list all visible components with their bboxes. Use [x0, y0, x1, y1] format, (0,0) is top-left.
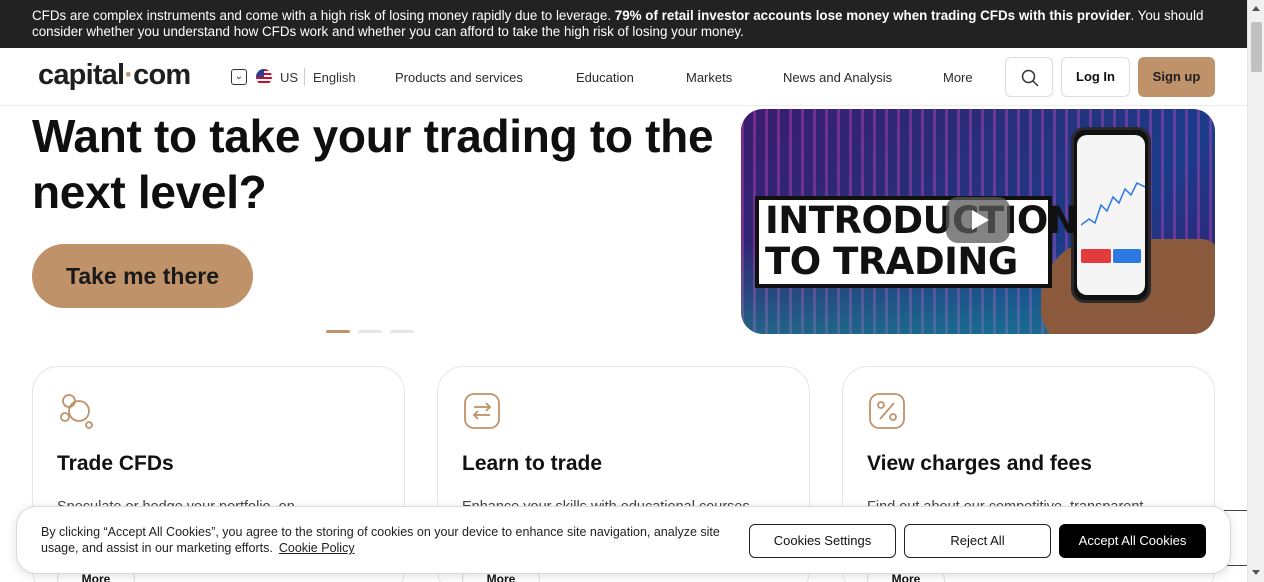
arrows-exchange-icon	[464, 393, 500, 429]
capital-com-logo[interactable]: capital·com	[38, 59, 191, 92]
logo-text-right: com	[133, 59, 191, 91]
phone-sell-bar	[1081, 249, 1111, 263]
scroll-up-arrow-icon[interactable]	[1252, 6, 1260, 11]
circles-icon	[60, 394, 93, 429]
risk-warning-text: CFDs are complex instruments and come wi…	[32, 8, 612, 23]
site-header: capital·com ⌄ US English Products and se…	[0, 48, 1247, 106]
cookie-policy-link[interactable]: Cookie Policy	[279, 541, 355, 555]
risk-warning-bold-text: 79% of retail investor accounts lose mon…	[614, 8, 1131, 23]
carousel-dot-3[interactable]	[390, 330, 414, 333]
nav-news-and-analysis[interactable]: News and Analysis	[783, 70, 892, 85]
carousel-dot-1[interactable]	[326, 330, 350, 333]
card-title: Trade CFDs	[57, 452, 174, 475]
phone-buy-bar	[1113, 249, 1141, 263]
percent-icon	[869, 393, 905, 429]
page-scrollbar[interactable]	[1247, 0, 1264, 582]
us-flag-icon[interactable]	[256, 69, 272, 85]
nav-more[interactable]: More	[943, 70, 973, 85]
accept-all-cookies-button[interactable]: Accept All Cookies	[1059, 524, 1206, 558]
take-me-there-button[interactable]: Take me there	[32, 244, 253, 308]
video-title-line2: TO TRADING	[765, 240, 1018, 283]
signup-button[interactable]: Sign up	[1138, 57, 1215, 97]
hero-title: Want to take your trading to the next le…	[32, 110, 714, 218]
country-selector[interactable]: US	[280, 70, 298, 85]
nav-education[interactable]: Education	[576, 70, 634, 85]
risk-warning-banner: CFDs are complex instruments and come wi…	[0, 0, 1247, 48]
cookie-banner-text: By clicking “Accept All Cookies”, you ag…	[41, 524, 721, 556]
search-button[interactable]	[1005, 57, 1053, 97]
card-title: View charges and fees	[867, 452, 1092, 475]
nav-products-and-services[interactable]: Products and services	[395, 70, 523, 85]
card-title: Learn to trade	[462, 452, 603, 475]
logo-dot: ·	[124, 59, 134, 91]
phone-screen	[1077, 135, 1145, 295]
phone-chart-icon	[1081, 181, 1145, 226]
cookie-banner: By clicking “Accept All Cookies”, you ag…	[16, 506, 1231, 574]
intro-to-trading-video[interactable]: INTRODUCTION TO TRADING	[741, 109, 1215, 334]
phone-illustration	[1071, 127, 1151, 303]
carousel-dot-2[interactable]	[358, 330, 382, 333]
locale-divider	[304, 68, 305, 86]
cookie-consent-text: By clicking “Accept All Cookies”, you ag…	[41, 525, 720, 555]
play-icon[interactable]	[946, 197, 1010, 243]
nav-markets[interactable]: Markets	[686, 70, 732, 85]
scroll-thumb[interactable]	[1251, 22, 1262, 72]
chevron-down-icon[interactable]: ⌄	[231, 69, 247, 85]
login-button[interactable]: Log In	[1061, 57, 1130, 97]
scroll-down-arrow-icon[interactable]	[1252, 570, 1260, 575]
reject-all-button[interactable]: Reject All	[904, 524, 1051, 558]
language-selector[interactable]: English	[313, 70, 356, 85]
logo-text-left: capital	[38, 59, 125, 91]
cookies-settings-button[interactable]: Cookies Settings	[749, 524, 896, 558]
search-icon	[1021, 69, 1039, 87]
